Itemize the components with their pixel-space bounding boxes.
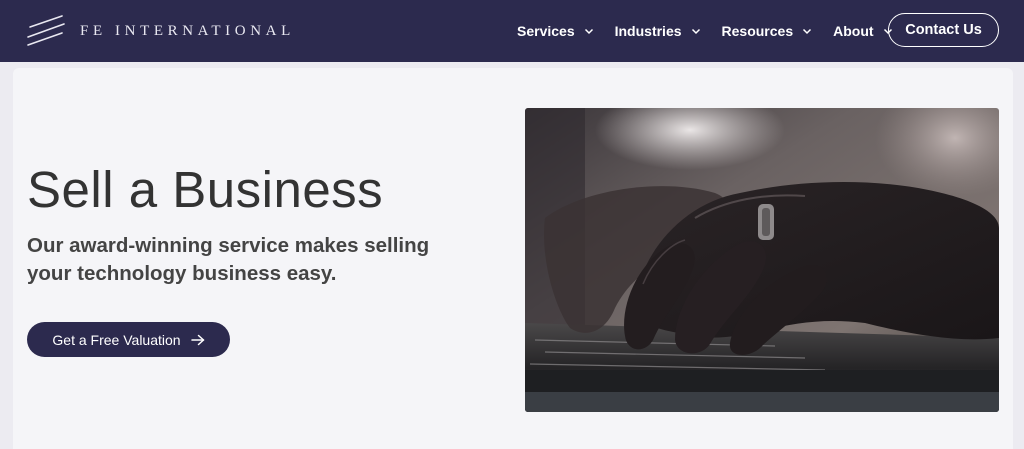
nav-item-label: Industries [614,23,682,39]
chevron-down-icon [803,28,812,34]
chevron-down-icon [584,28,593,34]
brand-logo[interactable]: FE INTERNATIONAL [26,14,295,48]
nav-item-resources[interactable]: Resources [722,23,813,39]
hero-image-typing-hands [525,108,999,412]
contact-us-button[interactable]: Contact Us [888,13,999,47]
cta-label: Get a Free Valuation [52,331,181,348]
brand-name: FE INTERNATIONAL [80,22,295,39]
nav-item-industries[interactable]: Industries [615,23,701,39]
nav-item-label: Resources [721,23,794,39]
free-valuation-button[interactable]: Get a Free Valuation [27,322,230,357]
nav-item-services[interactable]: Services [517,23,594,39]
top-navbar: FE INTERNATIONAL Services Industries Res… [0,0,1024,62]
hero-title: Sell a Business [27,161,384,218]
logo-icon [27,15,65,46]
arrow-right-icon [190,334,204,345]
nav-item-about[interactable]: About [833,23,892,39]
hero-subtitle: Our award-winning service makes selling … [27,234,430,285]
chevron-down-icon [691,28,700,34]
main-nav: Services Industries Resources About [517,0,914,62]
nav-item-label: Services [517,23,575,39]
nav-item-label: About [833,23,874,39]
